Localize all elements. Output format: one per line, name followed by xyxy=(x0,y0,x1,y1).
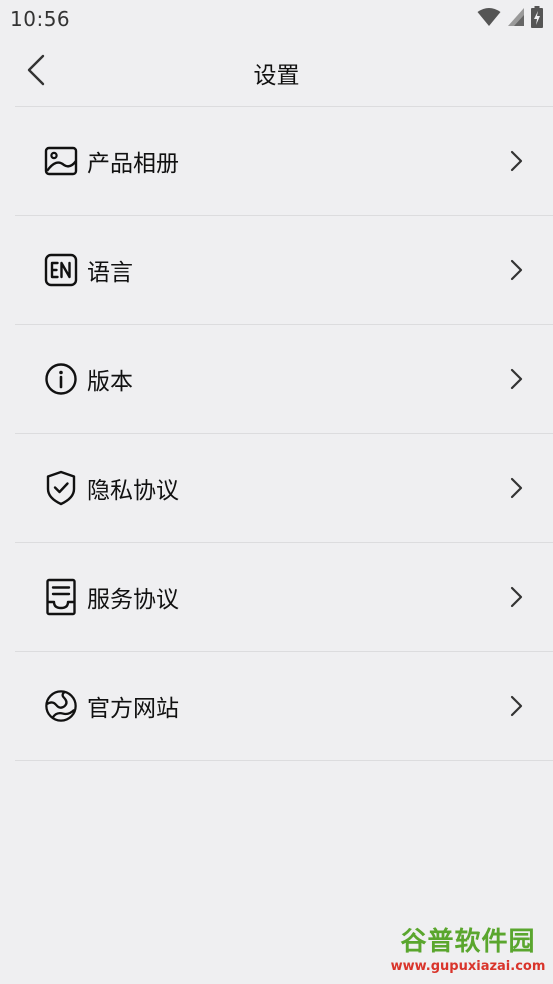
status-bar: 10:56 xyxy=(0,0,553,38)
chevron-right-icon xyxy=(505,150,527,172)
document-icon xyxy=(44,578,78,616)
status-time: 10:56 xyxy=(10,7,71,31)
chevron-right-icon xyxy=(505,368,527,390)
battery-charging-icon xyxy=(531,6,543,32)
chevron-right-icon xyxy=(505,695,527,717)
menu-item-language[interactable]: 语言 xyxy=(15,216,553,325)
globe-icon xyxy=(44,689,78,723)
nav-bar: 设置 xyxy=(0,38,553,106)
chevron-right-icon xyxy=(505,477,527,499)
menu-item-service-agreement[interactable]: 服务协议 xyxy=(15,543,553,652)
watermark-title: 谷普软件园 xyxy=(400,927,536,957)
watermark-url: www.gupuxiazai.com xyxy=(390,959,546,974)
menu-item-label: 官方网站 xyxy=(87,696,179,722)
menu-item-label: 隐私协议 xyxy=(87,478,179,504)
menu-item-product-album[interactable]: 产品相册 xyxy=(15,107,553,216)
menu-item-label: 服务协议 xyxy=(87,587,179,613)
info-icon xyxy=(44,362,78,396)
menu-item-official-website[interactable]: 官方网站 xyxy=(15,652,553,761)
wifi-icon xyxy=(477,7,501,31)
shield-check-icon xyxy=(44,470,78,506)
chevron-right-icon xyxy=(505,586,527,608)
menu-item-version[interactable]: 版本 xyxy=(15,325,553,434)
menu-item-label: 语言 xyxy=(87,260,133,286)
en-language-icon xyxy=(44,253,78,287)
menu-item-label: 版本 xyxy=(87,369,133,395)
menu-item-privacy-policy[interactable]: 隐私协议 xyxy=(15,434,553,543)
page-title: 设置 xyxy=(253,63,300,89)
menu-item-label: 产品相册 xyxy=(87,151,179,177)
watermark: 谷普软件园 www.gupuxiazai.com xyxy=(386,926,550,981)
signal-icon xyxy=(507,7,525,31)
image-icon xyxy=(44,144,78,178)
status-icons xyxy=(477,6,543,32)
chevron-right-icon xyxy=(505,259,527,281)
settings-menu: 产品相册 语言 版本 隐私协议 服务协议 官方网站 xyxy=(15,106,553,761)
